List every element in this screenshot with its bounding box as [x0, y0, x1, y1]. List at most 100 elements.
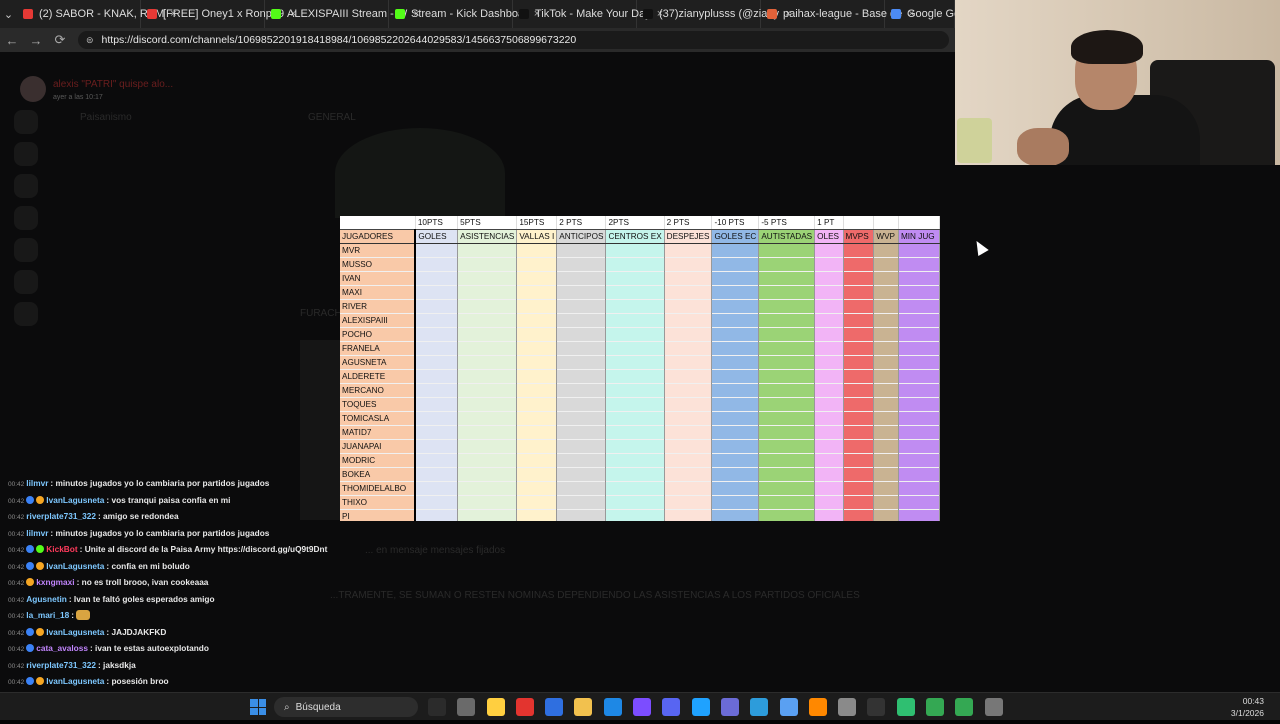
chat-message: 00:42 riverplate731_322: amigo se redonde… [8, 509, 328, 526]
stat-cell [873, 411, 899, 426]
stat-cell [556, 355, 607, 370]
browser-tab[interactable]: ALEXISPAIII Stream - W × [265, 0, 420, 28]
tab-favicon-icon [271, 9, 281, 19]
taskbar-clock[interactable]: 00:43 3/1/2026 [1231, 695, 1264, 719]
browser-tab[interactable]: paihax-league - Base de × [761, 0, 915, 28]
server-icon[interactable] [14, 142, 38, 166]
stats-spreadsheet-image[interactable]: 10PTS 5PTS 15PTS 2 PTS 2PTS 2 PTS -10 PTS -5 PT… [340, 216, 940, 521]
chat-text: : JAJDJAKFKD [106, 626, 167, 637]
taskbar-app-icon[interactable] [720, 698, 739, 716]
server-name[interactable]: Paisanismo [80, 112, 132, 123]
taskbar-app-icon[interactable] [574, 698, 593, 716]
forward-arrow-icon[interactable]: → [24, 33, 48, 48]
stat-cell [873, 299, 899, 314]
chat-username[interactable]: lilmvr [26, 478, 48, 488]
chat-username[interactable]: IvanLagusneta [46, 561, 104, 571]
chat-username[interactable]: kxngmaxi [36, 577, 74, 587]
taskbar-app-icon[interactable] [486, 698, 505, 716]
pinned-messages-link[interactable]: ... en mensaje mensajes fijados [365, 545, 505, 556]
browser-tab[interactable]: Stream - Kick Dashboar × [389, 0, 540, 28]
stat-cell [415, 299, 459, 314]
taskbar-app-icon[interactable] [779, 698, 798, 716]
stat-cell [664, 257, 713, 272]
taskbar-app-icon[interactable] [457, 698, 476, 716]
browser-tab[interactable]: (37)zianyplusss (@ziany × [637, 0, 791, 28]
server-icon[interactable] [14, 206, 38, 230]
taskbar-app-icon[interactable] [926, 698, 945, 716]
stat-cell [843, 299, 875, 314]
stat-cell [898, 313, 940, 328]
taskbar-app-icon[interactable] [515, 698, 534, 716]
server-icon[interactable] [14, 238, 38, 262]
taskbar-app-icon[interactable] [838, 698, 857, 716]
stat-cell [605, 271, 665, 286]
chat-username[interactable]: cata_avaloss [36, 643, 88, 653]
chat-username[interactable]: IvanLagusneta [46, 627, 104, 637]
address-bar[interactable]: ⊜ https://discord.com/channels/106985220… [78, 31, 949, 49]
stat-cell [664, 285, 713, 300]
stat-cell [843, 271, 875, 286]
browser-tab[interactable]: TikTok - Make Your Day × [513, 0, 663, 28]
chat-text: : vos tranqui paisa confia en mi [106, 494, 231, 505]
browser-tab[interactable]: [FREE] Oney1 x Ronpe9 × [141, 0, 297, 28]
stat-cell [814, 481, 844, 496]
taskbar-app-icon[interactable] [955, 698, 974, 716]
taskbar-app-icon[interactable] [808, 698, 827, 716]
stat-cell [898, 481, 940, 496]
taskbar-app-icon[interactable] [750, 698, 769, 716]
taskbar-app-icon[interactable] [691, 698, 710, 716]
taskbar-app-icon[interactable] [633, 698, 652, 716]
chat-username[interactable]: la_mari_18 [26, 610, 69, 620]
taskbar-app-icon[interactable] [896, 698, 915, 716]
stat-cell [711, 509, 760, 521]
server-icon[interactable] [14, 174, 38, 198]
chat-timestamp: 00:42 [8, 596, 25, 604]
player-name-cell: POCHO [340, 327, 417, 342]
stat-cell [814, 369, 844, 384]
stat-cell [711, 397, 760, 412]
url-text: https://discord.com/channels/10698522019… [101, 34, 577, 46]
reload-icon[interactable]: ⟳ [48, 32, 72, 48]
site-info-icon[interactable]: ⊜ [86, 35, 94, 46]
stat-cell [843, 257, 875, 272]
stat-cell [711, 439, 760, 454]
chat-timestamp: 00:42 [8, 646, 25, 653]
stat-cell [873, 509, 899, 521]
stat-cell [556, 397, 607, 412]
avatar[interactable] [20, 76, 46, 102]
chat-username[interactable]: lilmvr [26, 528, 48, 538]
server-icon[interactable] [14, 110, 38, 134]
stat-cell [814, 243, 844, 258]
chat-username[interactable]: KickBot [46, 544, 77, 554]
browser-tab[interactable]: (2) SABOR - KNAK, RAM × [17, 0, 177, 28]
player-name-cell: FRANELA [340, 341, 417, 356]
back-arrow-icon[interactable]: ← [0, 33, 24, 48]
tab-list-chevron-icon[interactable]: ⌄ [0, 0, 17, 28]
chat-username[interactable]: Agusnetin [26, 594, 67, 604]
table-row: TOMICASLA [340, 411, 940, 426]
taskbar-app-icon[interactable] [603, 698, 622, 716]
taskbar-app-icon[interactable] [428, 698, 446, 716]
taskbar-search[interactable]: ⌕ Búsqueda [274, 697, 418, 717]
taskbar-app-icon[interactable] [545, 698, 564, 716]
server-icon[interactable] [14, 270, 38, 294]
stat-cell [516, 299, 558, 314]
message-timestamp: ayer a las 10:17 [53, 94, 103, 101]
stat-cell [711, 243, 760, 258]
browser-tab[interactable]: Google Gem [885, 0, 955, 28]
stat-cell [457, 425, 518, 440]
chat-username[interactable]: IvanLagusneta [46, 676, 104, 686]
taskbar-app-icon[interactable] [984, 698, 1003, 716]
chat-username[interactable]: riverplate731_322 [26, 660, 96, 670]
column-header: WVP [873, 229, 899, 244]
server-icon[interactable] [14, 302, 38, 326]
stat-cell [415, 243, 459, 258]
chat-username[interactable]: riverplate731_322 [26, 511, 96, 521]
chat-username[interactable]: IvanLagusneta [46, 495, 104, 505]
taskbar-app-icon[interactable] [867, 698, 886, 716]
tab-favicon-icon [395, 9, 405, 19]
windows-start-icon[interactable] [250, 699, 266, 715]
author-name[interactable]: alexis "PATRI" quispe alo... [53, 79, 173, 90]
taskbar-app-icon[interactable] [662, 698, 681, 716]
stat-cell [457, 355, 518, 370]
